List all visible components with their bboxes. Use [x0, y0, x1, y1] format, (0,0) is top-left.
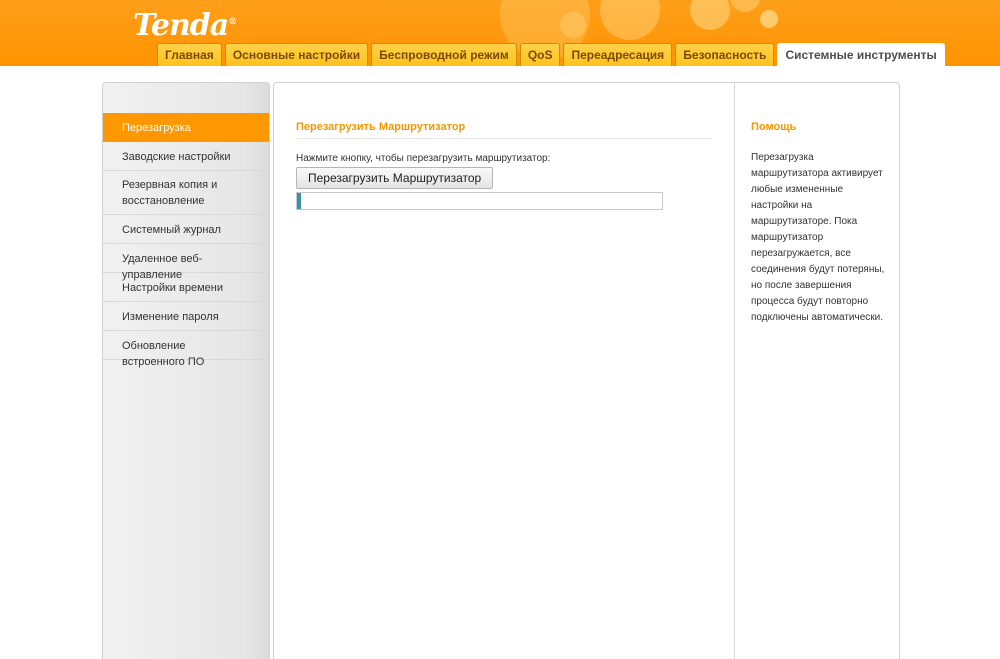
- sidebar-header: [103, 83, 269, 113]
- main-panel: Перезагрузить Маршрутизатор Нажмите кноп…: [273, 82, 900, 659]
- decorative-bubble: [730, 0, 760, 12]
- sidebar: Перезагрузка Заводские настройки Резервн…: [102, 82, 270, 659]
- reboot-prompt: Нажмите кнопку, чтобы перезагрузить марш…: [296, 153, 551, 164]
- main-nav-tabs: Главная Основные настройки Беспроводной …: [157, 43, 945, 66]
- tenda-logo: Tenda®: [133, 8, 237, 43]
- sidebar-item-system-log[interactable]: Системный журнал: [103, 215, 269, 244]
- tab-home[interactable]: Главная: [157, 43, 222, 66]
- content-area: Перезагрузить Маршрутизатор Нажмите кноп…: [274, 83, 734, 659]
- reboot-progress-bar: [296, 192, 663, 210]
- sidebar-item-change-password[interactable]: Изменение пароля: [103, 302, 269, 331]
- reboot-router-button[interactable]: Перезагрузить Маршрутизатор: [296, 167, 494, 189]
- registered-mark: ®: [228, 17, 237, 27]
- header-bar: Tenda® Главная Основные настройки Беспро…: [0, 0, 1000, 66]
- logo-text: Tenda: [133, 8, 229, 43]
- tab-port-forwarding[interactable]: Переадресация: [563, 43, 673, 66]
- page-title: Перезагрузить Маршрутизатор: [296, 121, 712, 139]
- tab-basic-settings[interactable]: Основные настройки: [224, 43, 369, 66]
- sidebar-item-reboot[interactable]: Перезагрузка: [103, 113, 269, 142]
- decorative-bubble: [600, 0, 660, 40]
- tab-wireless[interactable]: Беспроводной режим: [371, 43, 517, 66]
- help-panel: Помощь Перезагрузка маршрутизатора актив…: [734, 83, 899, 659]
- help-text: Перезагрузка маршрутизатора активирует л…: [751, 152, 885, 323]
- tab-security[interactable]: Безопасность: [675, 43, 775, 66]
- sidebar-item-remote-web-management[interactable]: Удаленное веб-управление: [103, 244, 269, 281]
- decorative-bubble: [760, 10, 778, 28]
- decorative-bubble: [560, 12, 586, 38]
- sidebar-item-factory-defaults[interactable]: Заводские настройки: [103, 142, 269, 171]
- progress-fill: [297, 193, 301, 209]
- decorative-bubble: [690, 0, 730, 30]
- tab-system-tools[interactable]: Системные инструменты: [777, 43, 945, 66]
- help-title: Помощь: [751, 121, 797, 133]
- tab-qos[interactable]: QoS: [519, 43, 561, 66]
- sidebar-item-firmware-upgrade[interactable]: Обновление встроенного ПО: [103, 331, 269, 368]
- sidebar-item-backup-restore[interactable]: Резервная копия и восстановление: [103, 171, 269, 215]
